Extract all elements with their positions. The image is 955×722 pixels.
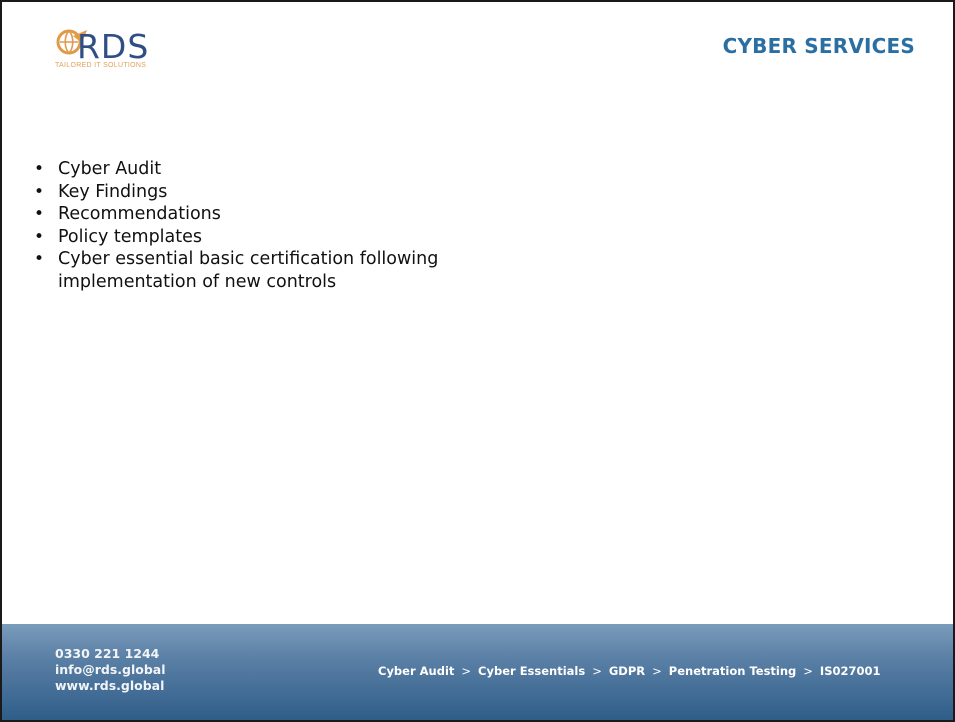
separator: > xyxy=(652,664,662,678)
rds-logo: RDS TAILORED IT SOLUTIONS xyxy=(55,22,195,74)
contact-phone: 0330 221 1244 xyxy=(55,646,160,661)
bullet-list: Cyber Audit Key Findings Recommendations… xyxy=(34,158,534,293)
contact-email: info@rds.global xyxy=(55,662,166,677)
footer: 0330 221 1244 info@rds.global www.rds.gl… xyxy=(2,624,953,720)
bullet-item-policy-templates: Policy templates xyxy=(34,226,534,249)
logo-wordmark: RDS xyxy=(77,27,150,66)
bullet-item-cyber-audit: Cyber Audit xyxy=(34,158,534,181)
service-cyber-audit: Cyber Audit xyxy=(378,664,455,678)
contact-block: 0330 221 1244 info@rds.global www.rds.gl… xyxy=(55,646,166,694)
service-gdpr: GDPR xyxy=(608,664,646,678)
service-iso27001: IS027001 xyxy=(819,664,881,678)
separator: > xyxy=(592,664,602,678)
services-breadcrumb: Cyber Audit > Cyber Essentials > GDPR > Penetr… xyxy=(378,664,881,678)
bullet-item-certification: Cyber essential basic certification foll… xyxy=(34,248,534,293)
separator: > xyxy=(461,664,472,678)
separator: > xyxy=(803,664,813,678)
service-cyber-essentials: Cyber Essentials xyxy=(478,664,586,678)
bullet-item-key-findings: Key Findings xyxy=(34,181,534,204)
logo-tagline: TAILORED IT SOLUTIONS xyxy=(55,62,147,69)
page-title: CYBER SERVICES xyxy=(722,34,915,58)
service-penetration-testing: Penetration Testing xyxy=(668,664,797,678)
contact-website: www.rds.global xyxy=(55,678,165,693)
slide: RDS TAILORED IT SOLUTIONS CYBER SERVICES… xyxy=(0,0,955,722)
bullet-item-recommendations: Recommendations xyxy=(34,203,534,226)
